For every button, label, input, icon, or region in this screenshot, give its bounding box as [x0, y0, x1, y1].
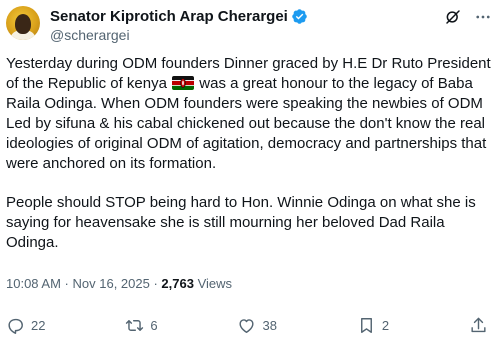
- grok-icon[interactable]: [444, 8, 462, 26]
- reply-icon: [8, 318, 23, 334]
- timestamp-date[interactable]: Nov 16, 2025: [73, 276, 150, 291]
- repost-count: 6: [150, 317, 158, 333]
- like-button[interactable]: 38: [237, 316, 277, 335]
- verified-badge-icon: [292, 9, 307, 24]
- header-actions: [444, 8, 492, 26]
- bookmark-icon: [360, 317, 372, 333]
- action-bar: 22 6 38 2: [6, 314, 488, 336]
- handle[interactable]: @scherargei: [50, 27, 130, 43]
- views-count: 2,763: [161, 276, 194, 291]
- reply-button[interactable]: 22: [6, 316, 45, 335]
- reply-count: 22: [31, 317, 46, 333]
- bookmark-button[interactable]: 2: [357, 316, 389, 335]
- tweet-paragraph-2: People should STOP being hard to Hon. Wi…: [6, 194, 480, 251]
- tweet-paragraph-1: Yesterday during ODM founders Dinner gra…: [6, 54, 496, 174]
- share-button[interactable]: [469, 316, 488, 335]
- more-icon[interactable]: [474, 8, 492, 26]
- tweet-text: Yesterday during ODM founders Dinner gra…: [6, 54, 496, 272]
- tweet: Senator Kiprotich Arap Cherargei @schera…: [0, 0, 500, 340]
- share-icon: [471, 317, 486, 332]
- meta-separator: ·: [149, 276, 162, 291]
- name-row: Senator Kiprotich Arap Cherargei: [50, 8, 308, 25]
- timestamp-time[interactable]: 10:08 AM: [6, 276, 61, 291]
- repost-icon: [126, 319, 144, 331]
- meta-separator: ·: [60, 276, 73, 291]
- display-name[interactable]: Senator Kiprotich Arap Cherargei: [50, 8, 288, 25]
- kenya-flag-emoji-icon: [172, 76, 195, 90]
- avatar-face: [15, 14, 31, 34]
- views-label: Views: [193, 276, 233, 291]
- avatar[interactable]: [6, 6, 40, 40]
- tweet-meta: 10:08 AM · Nov 16, 2025 · 2,763 Views: [6, 276, 232, 291]
- like-count: 38: [262, 317, 277, 333]
- repost-button[interactable]: 6: [125, 316, 158, 335]
- tweet-header: Senator Kiprotich Arap Cherargei @schera…: [6, 6, 492, 46]
- bookmark-count: 2: [381, 317, 390, 333]
- heart-icon: [239, 318, 255, 333]
